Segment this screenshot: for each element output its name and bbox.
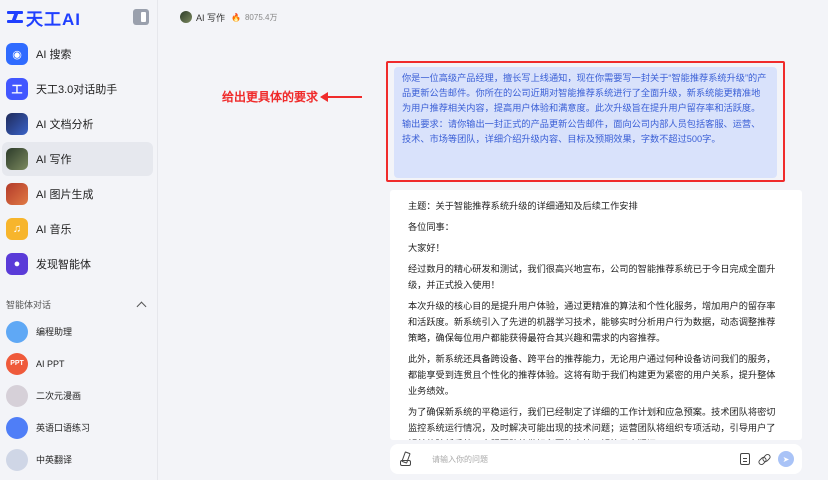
chat-input-bar: ➤ [390, 444, 802, 474]
sidebar-item-chat-assistant[interactable]: 工 天工3.0对话助手 [2, 72, 153, 106]
agent-label: 英语口语练习 [36, 423, 91, 433]
answer-subject: 主题：关于智能推荐系统升级的详细通知及后续工作安排 [408, 201, 638, 211]
chat-header: AI 写作 🔥 8075.4万 [158, 0, 828, 34]
sidebar-item-label: 天工3.0对话助手 [36, 84, 118, 96]
answer-paragraph: 为了确保新系统的平稳运行，我们已经制定了详细的工作计划和应急预案。技术团队将密切… [408, 407, 776, 440]
logo-text: 天工AI [26, 9, 81, 29]
arrow-left-icon [320, 91, 363, 102]
sidebar-item-label: AI 图片生成 [36, 189, 94, 201]
agent-label: AI PPT [36, 358, 65, 369]
answer-paragraph: 此外，新系统还具备跨设备、跨平台的推荐能力，无论用户通过何种设备访问我们的服务，… [408, 354, 776, 396]
answer-greeting: 各位同事： [408, 222, 454, 232]
sidebar-item-discover-agents[interactable]: ● 发现智能体 [2, 247, 153, 281]
avatar [6, 320, 28, 343]
heat-count: 8075.4万 [244, 12, 278, 22]
chevron-up-icon[interactable] [136, 301, 147, 311]
agent-section-header[interactable]: 智能体对话 [0, 293, 157, 315]
image-icon [6, 183, 28, 205]
answer-paragraph: 本次升级的核心目的是提升用户体验，通过更精准的算法和个性化服务，增加用户的留存率… [408, 301, 776, 343]
agent-label: 编程助理 [36, 327, 73, 337]
page-title: AI 写作 [196, 12, 226, 23]
document-icon [6, 113, 28, 135]
agent-item-oral-english[interactable]: 英语口语练习 [2, 412, 153, 443]
avatar [6, 384, 28, 407]
annotation-label: 给出更具体的要求 [222, 88, 363, 105]
send-icon[interactable]: ➤ [778, 451, 794, 467]
search-icon: ◉ [6, 43, 28, 65]
sidebar: 天工AI ◉ AI 搜索 工 天工3.0对话助手 AI 文档分析 AI 写作 A… [0, 0, 158, 480]
fire-icon: 🔥 [231, 12, 241, 22]
agent-label: 二次元漫画 [36, 391, 82, 401]
assistant-message: 主题：关于智能推荐系统升级的详细通知及后续工作安排 各位同事： 大家好！ 经过数… [390, 190, 802, 440]
avatar: PPT [6, 352, 28, 375]
agent-label: 中英翻译 [36, 455, 73, 465]
logo-row: 天工AI [0, 0, 157, 34]
agent-item-coding[interactable]: 编程助理 [2, 316, 153, 347]
sidebar-item-label: AI 搜索 [36, 49, 72, 61]
section-title: 智能体对话 [6, 299, 52, 310]
chat-input[interactable] [432, 454, 732, 464]
file-upload-icon[interactable] [740, 453, 750, 465]
answer-paragraph: 经过数月的精心研发和测试，我们很高兴地宣布，公司的智能推荐系统已于今日完成全面升… [408, 264, 776, 290]
sidebar-item-doc-analysis[interactable]: AI 文档分析 [2, 107, 153, 141]
sidebar-item-ai-search[interactable]: ◉ AI 搜索 [2, 37, 153, 71]
logo-mark-icon [6, 9, 24, 25]
answer-hello: 大家好！ [408, 243, 445, 253]
chat-main: AI 写作 🔥 8075.4万 给出更具体的要求 你是一位高级产品经理，擅长写上… [158, 0, 828, 480]
sidebar-item-label: AI 音乐 [36, 224, 72, 236]
sidebar-item-label: 发现智能体 [36, 259, 91, 271]
avatar [180, 11, 192, 23]
avatar [6, 448, 28, 471]
sidebar-nav: ◉ AI 搜索 工 天工3.0对话助手 AI 文档分析 AI 写作 AI 图片生… [0, 34, 157, 281]
agent-item-anime[interactable]: 二次元漫画 [2, 380, 153, 411]
agent-item-translate[interactable]: 中英翻译 [2, 444, 153, 475]
sidebar-item-image-gen[interactable]: AI 图片生成 [2, 177, 153, 211]
annotation-text: 给出更具体的要求 [222, 90, 319, 104]
highlight-box [386, 61, 785, 182]
app-window: 天工AI ◉ AI 搜索 工 天工3.0对话助手 AI 文档分析 AI 写作 A… [0, 0, 828, 480]
sidebar-item-ai-music[interactable]: ♫ AI 音乐 [2, 212, 153, 246]
music-icon: ♫ [6, 218, 28, 240]
sidebar-item-label: AI 文档分析 [36, 119, 94, 131]
robot-icon: ● [6, 253, 28, 275]
logo[interactable]: 天工AI [6, 5, 81, 30]
link-icon[interactable] [758, 453, 770, 465]
brush-icon[interactable] [398, 452, 412, 466]
avatar [6, 416, 28, 439]
agent-item-ppt[interactable]: PPT AI PPT [2, 348, 153, 379]
writing-icon [6, 148, 28, 170]
sidebar-collapse-icon[interactable] [133, 9, 149, 25]
sidebar-item-ai-writing[interactable]: AI 写作 [2, 142, 153, 176]
sidebar-item-label: AI 写作 [36, 154, 72, 166]
tiangong-icon: 工 [6, 78, 28, 100]
